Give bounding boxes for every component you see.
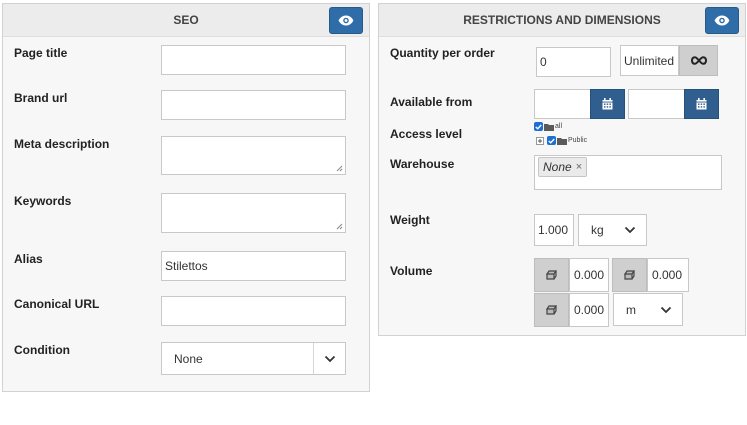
infinity-icon: [690, 56, 707, 65]
available-from-label: Available from: [390, 95, 473, 109]
unlimited-toggle-button[interactable]: [679, 45, 718, 76]
alias-label: Alias: [14, 252, 43, 266]
seo-panel-header: SEO: [3, 4, 369, 37]
eye-icon: [338, 15, 354, 26]
folder-icon: [557, 137, 567, 145]
checkmark-icon: [548, 138, 555, 144]
weight-unit-value: kg: [591, 223, 604, 237]
resize-handle-icon[interactable]: [336, 165, 343, 172]
volume-label: Volume: [390, 264, 433, 278]
volume-unit-value: m: [626, 302, 636, 317]
warehouse-label: Warehouse: [390, 157, 455, 171]
access-level-tree-all[interactable]: all: [534, 122, 562, 131]
volume-unit-select[interactable]: m: [613, 293, 683, 326]
restrictions-panel-title: RESTRICTIONS AND DIMENSIONS: [463, 13, 661, 27]
page-title-input[interactable]: [161, 45, 346, 75]
weight-input[interactable]: 1.000: [534, 214, 574, 246]
condition-value: None: [174, 351, 203, 366]
calendar-icon: [602, 98, 613, 110]
available-from-start-calendar-button[interactable]: [590, 89, 625, 119]
warehouse-tag-label: None: [543, 160, 572, 174]
access-public-label: Public: [568, 137, 588, 144]
restrictions-panel-header: RESTRICTIONS AND DIMENSIONS: [379, 4, 745, 37]
seo-toggle-button[interactable]: [329, 7, 363, 34]
chevron-down-icon: [660, 306, 672, 313]
brand-url-input[interactable]: [161, 90, 346, 120]
warehouse-tag: None ×: [538, 157, 588, 177]
brand-url-label: Brand url: [14, 91, 68, 105]
available-from-end-calendar-button[interactable]: [684, 89, 719, 119]
access-level-tree-public[interactable]: Public: [536, 136, 587, 145]
volume-unit-dropdown-toggle[interactable]: [650, 294, 682, 325]
weight-unit-dropdown-toggle[interactable]: [614, 215, 646, 245]
warehouse-tag-remove[interactable]: ×: [576, 161, 582, 173]
access-public-checkbox[interactable]: [547, 136, 556, 145]
chevron-down-icon: [624, 226, 636, 234]
canonical-url-label: Canonical URL: [14, 297, 100, 311]
alias-input[interactable]: Stilettos: [161, 251, 346, 281]
expand-plus-icon[interactable]: [536, 136, 544, 145]
condition-label: Condition: [14, 343, 70, 357]
volume-x-addon: [534, 258, 569, 292]
access-all-checkbox[interactable]: [534, 122, 543, 131]
volume-z-input[interactable]: 0.000: [569, 293, 609, 327]
resize-handle-icon[interactable]: [336, 223, 343, 230]
quantity-per-order-input[interactable]: 0: [536, 47, 611, 77]
restrictions-toggle-button[interactable]: [705, 7, 739, 34]
canonical-url-input[interactable]: [161, 296, 346, 326]
weight-label: Weight: [390, 213, 430, 227]
meta-description-textarea[interactable]: [161, 136, 346, 175]
access-level-label: Access level: [390, 127, 463, 141]
calendar-icon: [696, 98, 707, 110]
condition-dropdown-toggle[interactable]: [313, 343, 345, 374]
volume-y-addon: [612, 258, 647, 292]
volume-z-addon: [534, 293, 569, 327]
keywords-label: Keywords: [14, 194, 72, 208]
dimension-icon: [624, 270, 635, 280]
unlimited-label-box: Unlimited: [620, 45, 679, 76]
volume-x-input[interactable]: 0.000: [569, 258, 609, 292]
eye-icon: [714, 15, 730, 26]
folder-icon: [544, 123, 554, 131]
seo-panel-title: SEO: [173, 13, 199, 27]
weight-unit-select[interactable]: kg: [578, 214, 647, 246]
available-from-start-input[interactable]: [534, 89, 591, 119]
dimension-icon: [546, 270, 557, 280]
volume-y-input[interactable]: 0.000: [647, 258, 689, 292]
condition-select[interactable]: None: [161, 342, 346, 375]
quantity-per-order-label: Quantity per order: [390, 46, 495, 60]
available-from-end-input[interactable]: [628, 89, 685, 119]
meta-description-label: Meta description: [14, 137, 110, 151]
dimension-icon: [546, 305, 557, 315]
access-all-label: all: [555, 123, 563, 130]
checkmark-icon: [535, 124, 542, 130]
page-title-label: Page title: [14, 46, 68, 60]
keywords-textarea[interactable]: [161, 193, 346, 233]
chevron-down-icon: [324, 355, 335, 362]
